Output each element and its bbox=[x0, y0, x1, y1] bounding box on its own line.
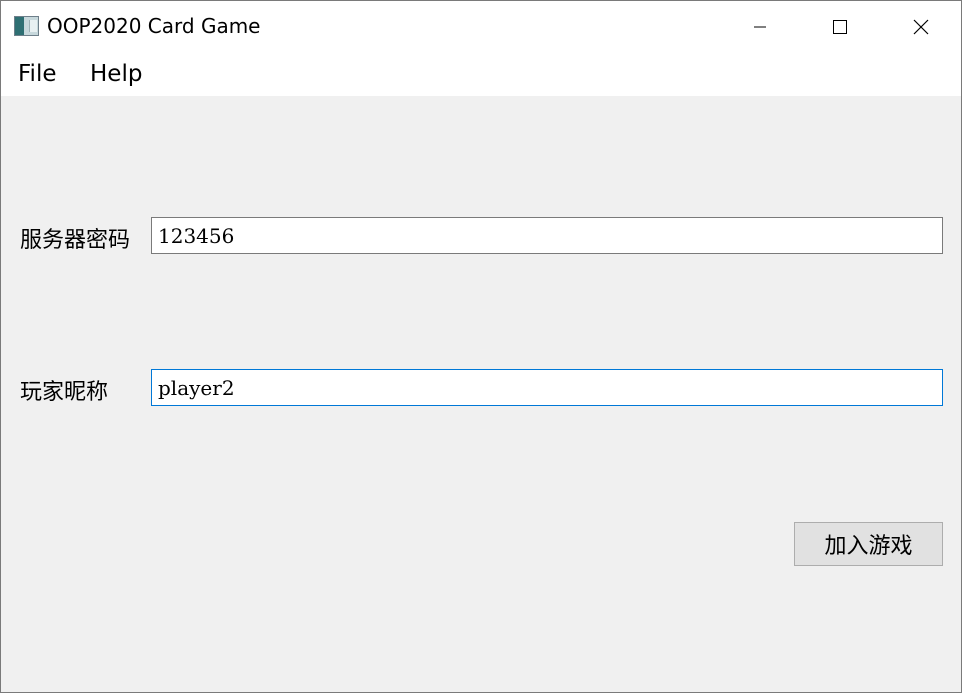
app-icon bbox=[14, 16, 39, 36]
maximize-button[interactable] bbox=[800, 1, 880, 53]
close-button[interactable] bbox=[881, 1, 961, 53]
minimize-icon bbox=[754, 26, 766, 28]
main-window: OOP2020 Card Game File Help 服务器密码 123456… bbox=[0, 0, 962, 693]
maximize-icon bbox=[833, 20, 847, 34]
server-password-label: 服务器密码 bbox=[20, 228, 131, 253]
menu-file[interactable]: File bbox=[18, 59, 57, 89]
nickname-input[interactable]: player2 bbox=[151, 369, 943, 406]
join-form: 服务器密码 123456 玩家昵称 player2 加入游戏 bbox=[1, 96, 961, 692]
title-bar[interactable]: OOP2020 Card Game bbox=[1, 1, 961, 53]
nickname-label: 玩家昵称 bbox=[20, 380, 109, 405]
window-title: OOP2020 Card Game bbox=[47, 14, 261, 38]
menu-bar: File Help bbox=[1, 53, 961, 96]
join-game-button[interactable]: 加入游戏 bbox=[794, 522, 943, 566]
menu-help[interactable]: Help bbox=[90, 59, 142, 89]
close-icon bbox=[913, 19, 929, 35]
minimize-button[interactable] bbox=[720, 1, 800, 53]
server-password-input[interactable]: 123456 bbox=[151, 217, 943, 254]
